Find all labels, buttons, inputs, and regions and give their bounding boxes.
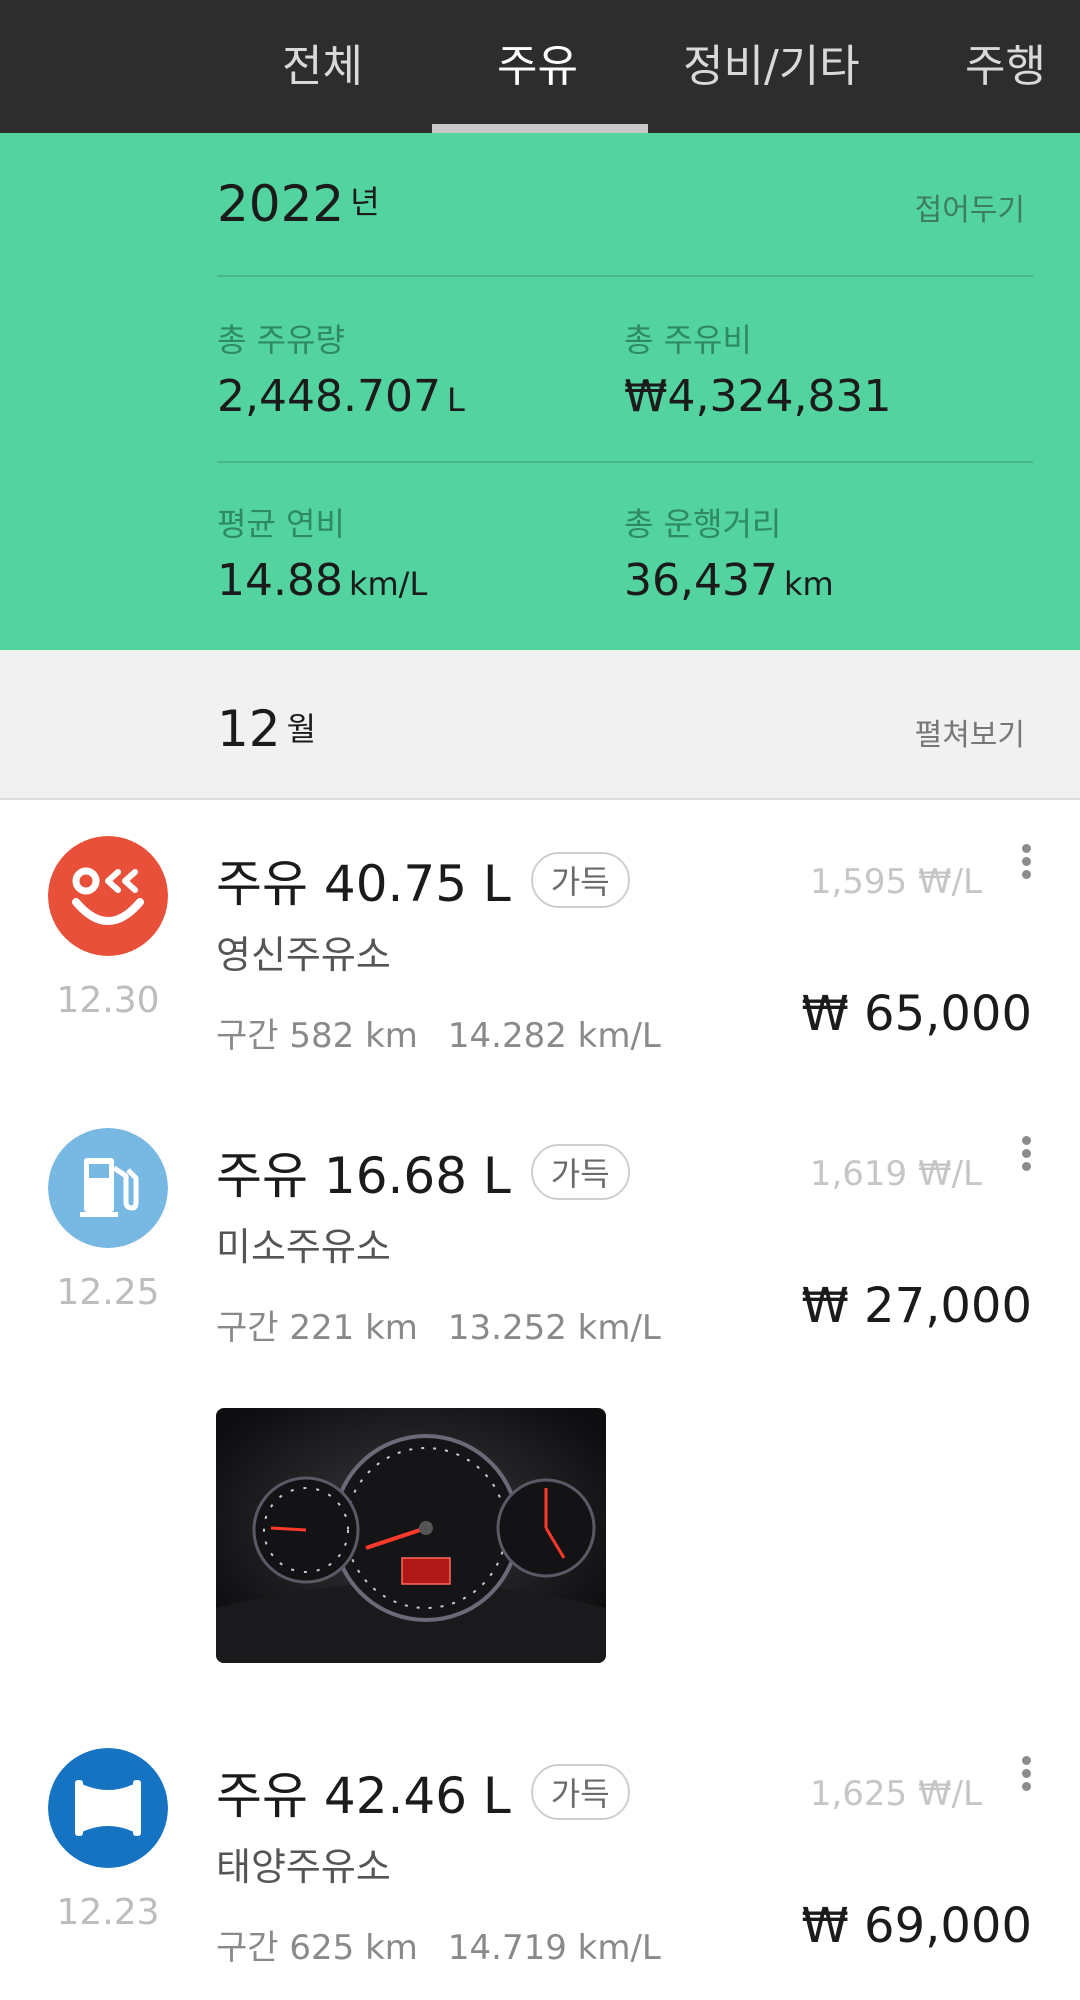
unit-price: 1,595 ₩/L bbox=[809, 862, 982, 902]
month-unit: 월 bbox=[286, 710, 317, 748]
year-unit: 년 bbox=[350, 183, 380, 221]
month-header: 12 월 펼쳐보기 bbox=[0, 650, 1080, 800]
total-cost-value: ₩4,324,831 bbox=[624, 371, 892, 422]
collapse-button[interactable]: 접어두기 bbox=[915, 185, 1025, 229]
tab-maintenance[interactable]: 정비/기타 bbox=[683, 30, 860, 94]
entry-title: 주유 40.75 L 가득 bbox=[216, 844, 630, 916]
station-name: 영신주유소 bbox=[216, 933, 391, 977]
station-name: 태양주유소 bbox=[216, 1845, 391, 1889]
trip-info: 구간 625 km 14.719 km/L bbox=[216, 1920, 661, 1969]
fuel-pump-icon bbox=[48, 1128, 168, 1248]
total-distance-value: 36,437 km bbox=[624, 555, 834, 606]
month-number: 12 bbox=[217, 700, 281, 758]
month-label: 12 월 bbox=[217, 700, 316, 758]
trip-efficiency: 13.252 km/L bbox=[447, 1308, 661, 1348]
smile-brand-icon bbox=[48, 836, 168, 956]
brand-logo-icon bbox=[48, 1748, 168, 1868]
full-tank-badge: 가득 bbox=[530, 1144, 630, 1200]
tab-fuel[interactable]: 주유 bbox=[497, 30, 578, 94]
entry-title-text: 주유 16.68 L bbox=[216, 1147, 511, 1205]
trip-info: 구간 221 km 13.252 km/L bbox=[216, 1300, 661, 1349]
summary-divider bbox=[217, 275, 1033, 277]
more-options-icon[interactable] bbox=[1020, 844, 1032, 884]
summary-divider bbox=[217, 461, 1033, 463]
total-cost: ₩ 69,000 bbox=[801, 1898, 1032, 1954]
avg-efficiency-unit: km/L bbox=[348, 565, 428, 603]
trip-distance: 구간 582 km bbox=[216, 1016, 418, 1056]
total-fuel-number: 2,448.707 bbox=[217, 371, 441, 422]
tab-driving[interactable]: 주행 bbox=[965, 30, 1046, 94]
total-cost: ₩ 65,000 bbox=[801, 986, 1032, 1042]
year-value: 2022 bbox=[217, 175, 345, 233]
entry-title-text: 주유 42.46 L bbox=[216, 1767, 511, 1825]
trip-efficiency: 14.282 km/L bbox=[447, 1016, 661, 1056]
total-distance-unit: km bbox=[783, 565, 834, 603]
avg-efficiency-value: 14.88 km/L bbox=[217, 555, 427, 606]
full-tank-badge: 가득 bbox=[530, 1764, 630, 1820]
entry-date: 12.30 bbox=[56, 980, 160, 1021]
entry-title: 주유 16.68 L 가득 bbox=[216, 1136, 630, 1208]
trip-info: 구간 582 km 14.282 km/L bbox=[216, 1008, 661, 1057]
year-header: 2022 년 bbox=[217, 175, 380, 233]
avg-efficiency-label: 평균 연비 bbox=[217, 505, 345, 543]
station-name: 미소주유소 bbox=[216, 1225, 391, 1269]
full-tank-badge: 가득 bbox=[530, 852, 630, 908]
unit-price: 1,619 ₩/L bbox=[809, 1154, 982, 1194]
total-cost: ₩ 27,000 bbox=[801, 1278, 1032, 1334]
active-tab-indicator bbox=[432, 124, 648, 133]
trip-efficiency: 14.719 km/L bbox=[447, 1928, 661, 1968]
more-options-icon[interactable] bbox=[1020, 1756, 1032, 1796]
trip-distance: 구간 625 km bbox=[216, 1928, 418, 1968]
total-fuel-label: 총 주유량 bbox=[217, 321, 345, 359]
avg-efficiency-number: 14.88 bbox=[217, 555, 343, 606]
total-distance-label: 총 운행거리 bbox=[624, 505, 782, 543]
total-distance-number: 36,437 bbox=[624, 555, 778, 606]
tab-all[interactable]: 전체 bbox=[282, 30, 363, 94]
fuel-entry[interactable]: 12.25 주유 16.68 L 가득 미소주유소 구간 221 km 13.25… bbox=[0, 1128, 1080, 1368]
dashboard-photo[interactable] bbox=[216, 1408, 606, 1663]
total-fuel-value: 2,448.707 L bbox=[217, 371, 465, 422]
trip-distance: 구간 221 km bbox=[216, 1308, 418, 1348]
total-fuel-unit: L bbox=[446, 381, 465, 419]
unit-price: 1,625 ₩/L bbox=[809, 1774, 982, 1814]
entry-title-text: 주유 40.75 L bbox=[216, 855, 511, 913]
entry-title: 주유 42.46 L 가득 bbox=[216, 1756, 630, 1828]
total-cost-label: 총 주유비 bbox=[624, 321, 752, 359]
expand-button[interactable]: 펼쳐보기 bbox=[915, 710, 1025, 754]
entry-date: 12.23 bbox=[56, 1892, 160, 1933]
category-tab-bar: 전체 주유 정비/기타 주행 bbox=[0, 0, 1080, 133]
more-options-icon[interactable] bbox=[1020, 1136, 1032, 1176]
entry-date: 12.25 bbox=[56, 1272, 160, 1313]
year-summary-panel: 2022 년 접어두기 총 주유량 2,448.707 L 총 주유비 ₩4,324… bbox=[0, 133, 1080, 650]
fuel-entry[interactable]: 12.23 주유 42.46 L 가득 태양주유소 구간 625 km 14.71… bbox=[0, 1748, 1080, 1988]
fuel-entry[interactable]: 12.30 주유 40.75 L 가득 영신주유소 구간 582 km 14.28… bbox=[0, 836, 1080, 1076]
